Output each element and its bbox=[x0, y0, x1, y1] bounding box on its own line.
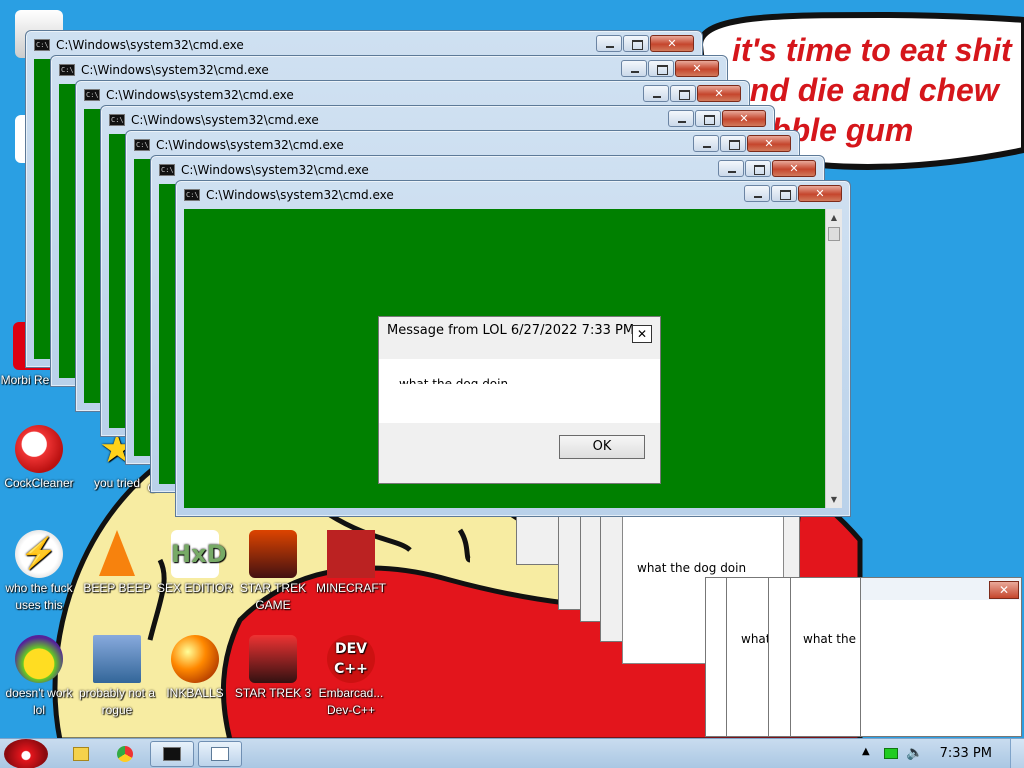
close-button[interactable] bbox=[697, 85, 741, 102]
window-title: C:\Windows\system32\cmd.exe bbox=[206, 188, 394, 202]
speech-line-1: it's time to eat shit bbox=[732, 32, 1012, 68]
maximize-button[interactable] bbox=[695, 110, 721, 127]
taskbar-chrome-button[interactable] bbox=[108, 741, 142, 767]
maximize-button[interactable] bbox=[720, 135, 746, 152]
message-title-bar[interactable]: Message from LOL 6/27/2022 7:33 PM ✕ bbox=[379, 317, 660, 345]
computer-gears-icon bbox=[93, 635, 141, 683]
popup-box-10[interactable]: ✕ bbox=[860, 577, 1022, 737]
desktop-icon-beep-beep[interactable]: BEEP BEEP bbox=[78, 530, 156, 597]
cmd-icon: C:\ bbox=[184, 189, 200, 201]
close-icon[interactable]: ✕ bbox=[632, 325, 652, 343]
ccleaner-icon bbox=[15, 425, 63, 473]
show-desktop-button[interactable] bbox=[1010, 739, 1024, 768]
taskbar-window-button[interactable] bbox=[198, 741, 242, 767]
message-title: Message from LOL 6/27/2022 7:33 PM bbox=[387, 323, 635, 338]
close-button[interactable] bbox=[722, 110, 766, 127]
cmd-icon: C:\ bbox=[59, 64, 75, 76]
start-button[interactable] bbox=[4, 739, 48, 768]
scroll-up-icon[interactable]: ▲ bbox=[826, 209, 842, 226]
close-button[interactable] bbox=[798, 185, 842, 202]
desktop-icon-devcpp[interactable]: DEV C++ Embarcad... Dev-C++ bbox=[312, 635, 390, 719]
cmd-icon: C:\ bbox=[109, 114, 125, 126]
desktop-icon-yahoo[interactable]: doesn't work lol bbox=[0, 635, 78, 719]
title-bar[interactable]: C:\ C:\Windows\system32\cmd.exe bbox=[176, 181, 850, 209]
scrollbar[interactable]: ▲▼ bbox=[825, 209, 842, 508]
window-title: C:\Windows\system32\cmd.exe bbox=[56, 38, 244, 52]
message-box[interactable]: Message from LOL 6/27/2022 7:33 PM ✕ wha… bbox=[378, 316, 661, 484]
lightning-icon: ⚡ bbox=[15, 530, 63, 578]
window-icon bbox=[211, 747, 229, 761]
clock[interactable]: 7:33 PM bbox=[940, 746, 992, 761]
desktop-icon-star-trek-game[interactable]: STAR TREK GAME bbox=[234, 530, 312, 614]
cmd-icon: C:\ bbox=[134, 139, 150, 151]
battery-icon[interactable] bbox=[884, 748, 898, 759]
maximize-button[interactable] bbox=[623, 35, 649, 52]
desktop-icon-rogue[interactable]: probably not a rogue bbox=[78, 635, 156, 719]
minimize-button[interactable] bbox=[643, 85, 669, 102]
maximize-button[interactable] bbox=[670, 85, 696, 102]
scroll-thumb[interactable] bbox=[828, 227, 840, 241]
yahoo-messenger-icon bbox=[15, 635, 63, 683]
taskbar-explorer-button[interactable] bbox=[64, 741, 98, 767]
minimize-button[interactable] bbox=[744, 185, 770, 202]
desktop-icon-inkballs[interactable]: INKBALLS bbox=[156, 635, 234, 702]
desktop-icon-sex-editior[interactable]: HxD SEX EDITIOR bbox=[156, 530, 234, 597]
minimize-button[interactable] bbox=[596, 35, 622, 52]
minimize-button[interactable] bbox=[693, 135, 719, 152]
taskbar: ▲ 🔈 7:33 PM bbox=[0, 738, 1024, 768]
volume-icon[interactable]: 🔈 bbox=[906, 745, 923, 761]
popup-text: what the d bbox=[803, 632, 868, 646]
minecraft-icon bbox=[327, 530, 375, 578]
close-icon[interactable]: ✕ bbox=[989, 581, 1019, 599]
popup-text: what bbox=[741, 632, 771, 646]
message-body: what the dog doin bbox=[379, 359, 660, 423]
window-title: C:\Windows\system32\cmd.exe bbox=[156, 138, 344, 152]
desktop-icon-star-trek-3[interactable]: STAR TREK 3 bbox=[234, 635, 312, 702]
close-button[interactable] bbox=[747, 135, 791, 152]
cmd-icon: C:\ bbox=[34, 39, 50, 51]
maximize-button[interactable] bbox=[648, 60, 674, 77]
speech-line-2: and die and chew bbox=[732, 72, 999, 108]
message-text: what the dog doin bbox=[399, 377, 509, 391]
popup-text: what the dog doin bbox=[637, 561, 747, 575]
close-button[interactable] bbox=[650, 35, 694, 52]
explorer-icon bbox=[73, 747, 89, 761]
maximize-button[interactable] bbox=[745, 160, 771, 177]
maximize-button[interactable] bbox=[771, 185, 797, 202]
window-title: C:\Windows\system32\cmd.exe bbox=[81, 63, 269, 77]
desktop-icon-minecraft[interactable]: MINECRAFT bbox=[312, 530, 390, 597]
cmd-icon: C:\ bbox=[84, 89, 100, 101]
vlc-cone-icon bbox=[99, 530, 135, 576]
close-button[interactable] bbox=[772, 160, 816, 177]
window-title: C:\Windows\system32\cmd.exe bbox=[106, 88, 294, 102]
desktop-icon-who-uses-this[interactable]: ⚡ who the fuck uses this bbox=[0, 530, 78, 614]
hxd-icon: HxD bbox=[171, 530, 227, 578]
minimize-button[interactable] bbox=[668, 110, 694, 127]
minimize-button[interactable] bbox=[621, 60, 647, 77]
taskbar-cmd-button[interactable] bbox=[150, 741, 194, 767]
minimize-button[interactable] bbox=[718, 160, 744, 177]
devcpp-icon: DEV C++ bbox=[327, 635, 375, 683]
cmd-icon: C:\ bbox=[159, 164, 175, 176]
star-trek-icon bbox=[249, 635, 297, 683]
cmd-icon bbox=[163, 747, 181, 761]
desktop-icon-cockcleaner[interactable]: CockCleaner bbox=[0, 425, 78, 492]
star-trek-icon bbox=[249, 530, 297, 578]
ok-button[interactable]: OK bbox=[559, 435, 645, 459]
close-button[interactable] bbox=[675, 60, 719, 77]
inkball-icon bbox=[171, 635, 219, 683]
chrome-icon bbox=[117, 746, 133, 762]
window-title: C:\Windows\system32\cmd.exe bbox=[131, 113, 319, 127]
scroll-down-icon[interactable]: ▼ bbox=[826, 491, 842, 508]
show-hidden-icons-icon[interactable]: ▲ bbox=[862, 746, 870, 757]
window-title: C:\Windows\system32\cmd.exe bbox=[181, 163, 369, 177]
